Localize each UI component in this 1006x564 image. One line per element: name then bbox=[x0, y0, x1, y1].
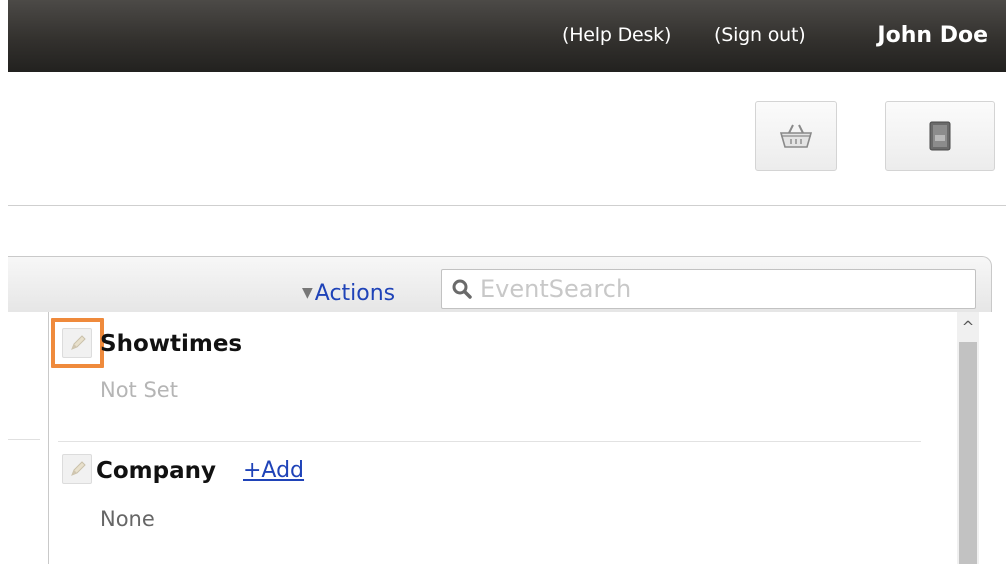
actions-label: Actions bbox=[314, 281, 396, 306]
actions-menu[interactable]: ▼Actions bbox=[302, 281, 395, 306]
top-header-bar: (Help Desk) (Sign out) John Doe bbox=[8, 0, 1006, 72]
pencil-icon bbox=[71, 461, 86, 476]
showtimes-label: Showtimes bbox=[100, 331, 243, 357]
scroll-up-arrow-icon[interactable]: ^ bbox=[957, 316, 979, 338]
user-name[interactable]: John Doe bbox=[877, 23, 988, 48]
event-search-input[interactable] bbox=[480, 274, 960, 304]
event-search-box[interactable] bbox=[441, 269, 976, 309]
add-company-link[interactable]: +Add bbox=[243, 458, 304, 483]
search-icon bbox=[452, 279, 472, 299]
help-desk-link[interactable]: (Help Desk) bbox=[562, 24, 671, 46]
field-separator bbox=[58, 441, 921, 442]
triangle-down-icon: ▼ bbox=[302, 285, 313, 301]
focus-highlight bbox=[51, 318, 104, 368]
header-divider bbox=[8, 205, 1006, 206]
panel-left-border bbox=[48, 312, 49, 564]
basket-button[interactable] bbox=[755, 101, 837, 171]
edit-company-button[interactable] bbox=[62, 454, 92, 484]
vertical-scrollbar[interactable]: ^ bbox=[957, 312, 979, 564]
panel-header: ▼Actions bbox=[8, 256, 992, 312]
showtimes-value: Not Set bbox=[100, 378, 178, 402]
company-value: None bbox=[100, 507, 155, 531]
company-label: Company bbox=[96, 458, 216, 484]
ledger-button[interactable] bbox=[885, 101, 995, 171]
scrollbar-thumb[interactable] bbox=[959, 342, 977, 564]
sign-out-link[interactable]: (Sign out) bbox=[714, 24, 806, 46]
basket-icon bbox=[779, 124, 813, 148]
left-column-divider bbox=[8, 439, 40, 440]
ledger-icon bbox=[929, 121, 951, 151]
